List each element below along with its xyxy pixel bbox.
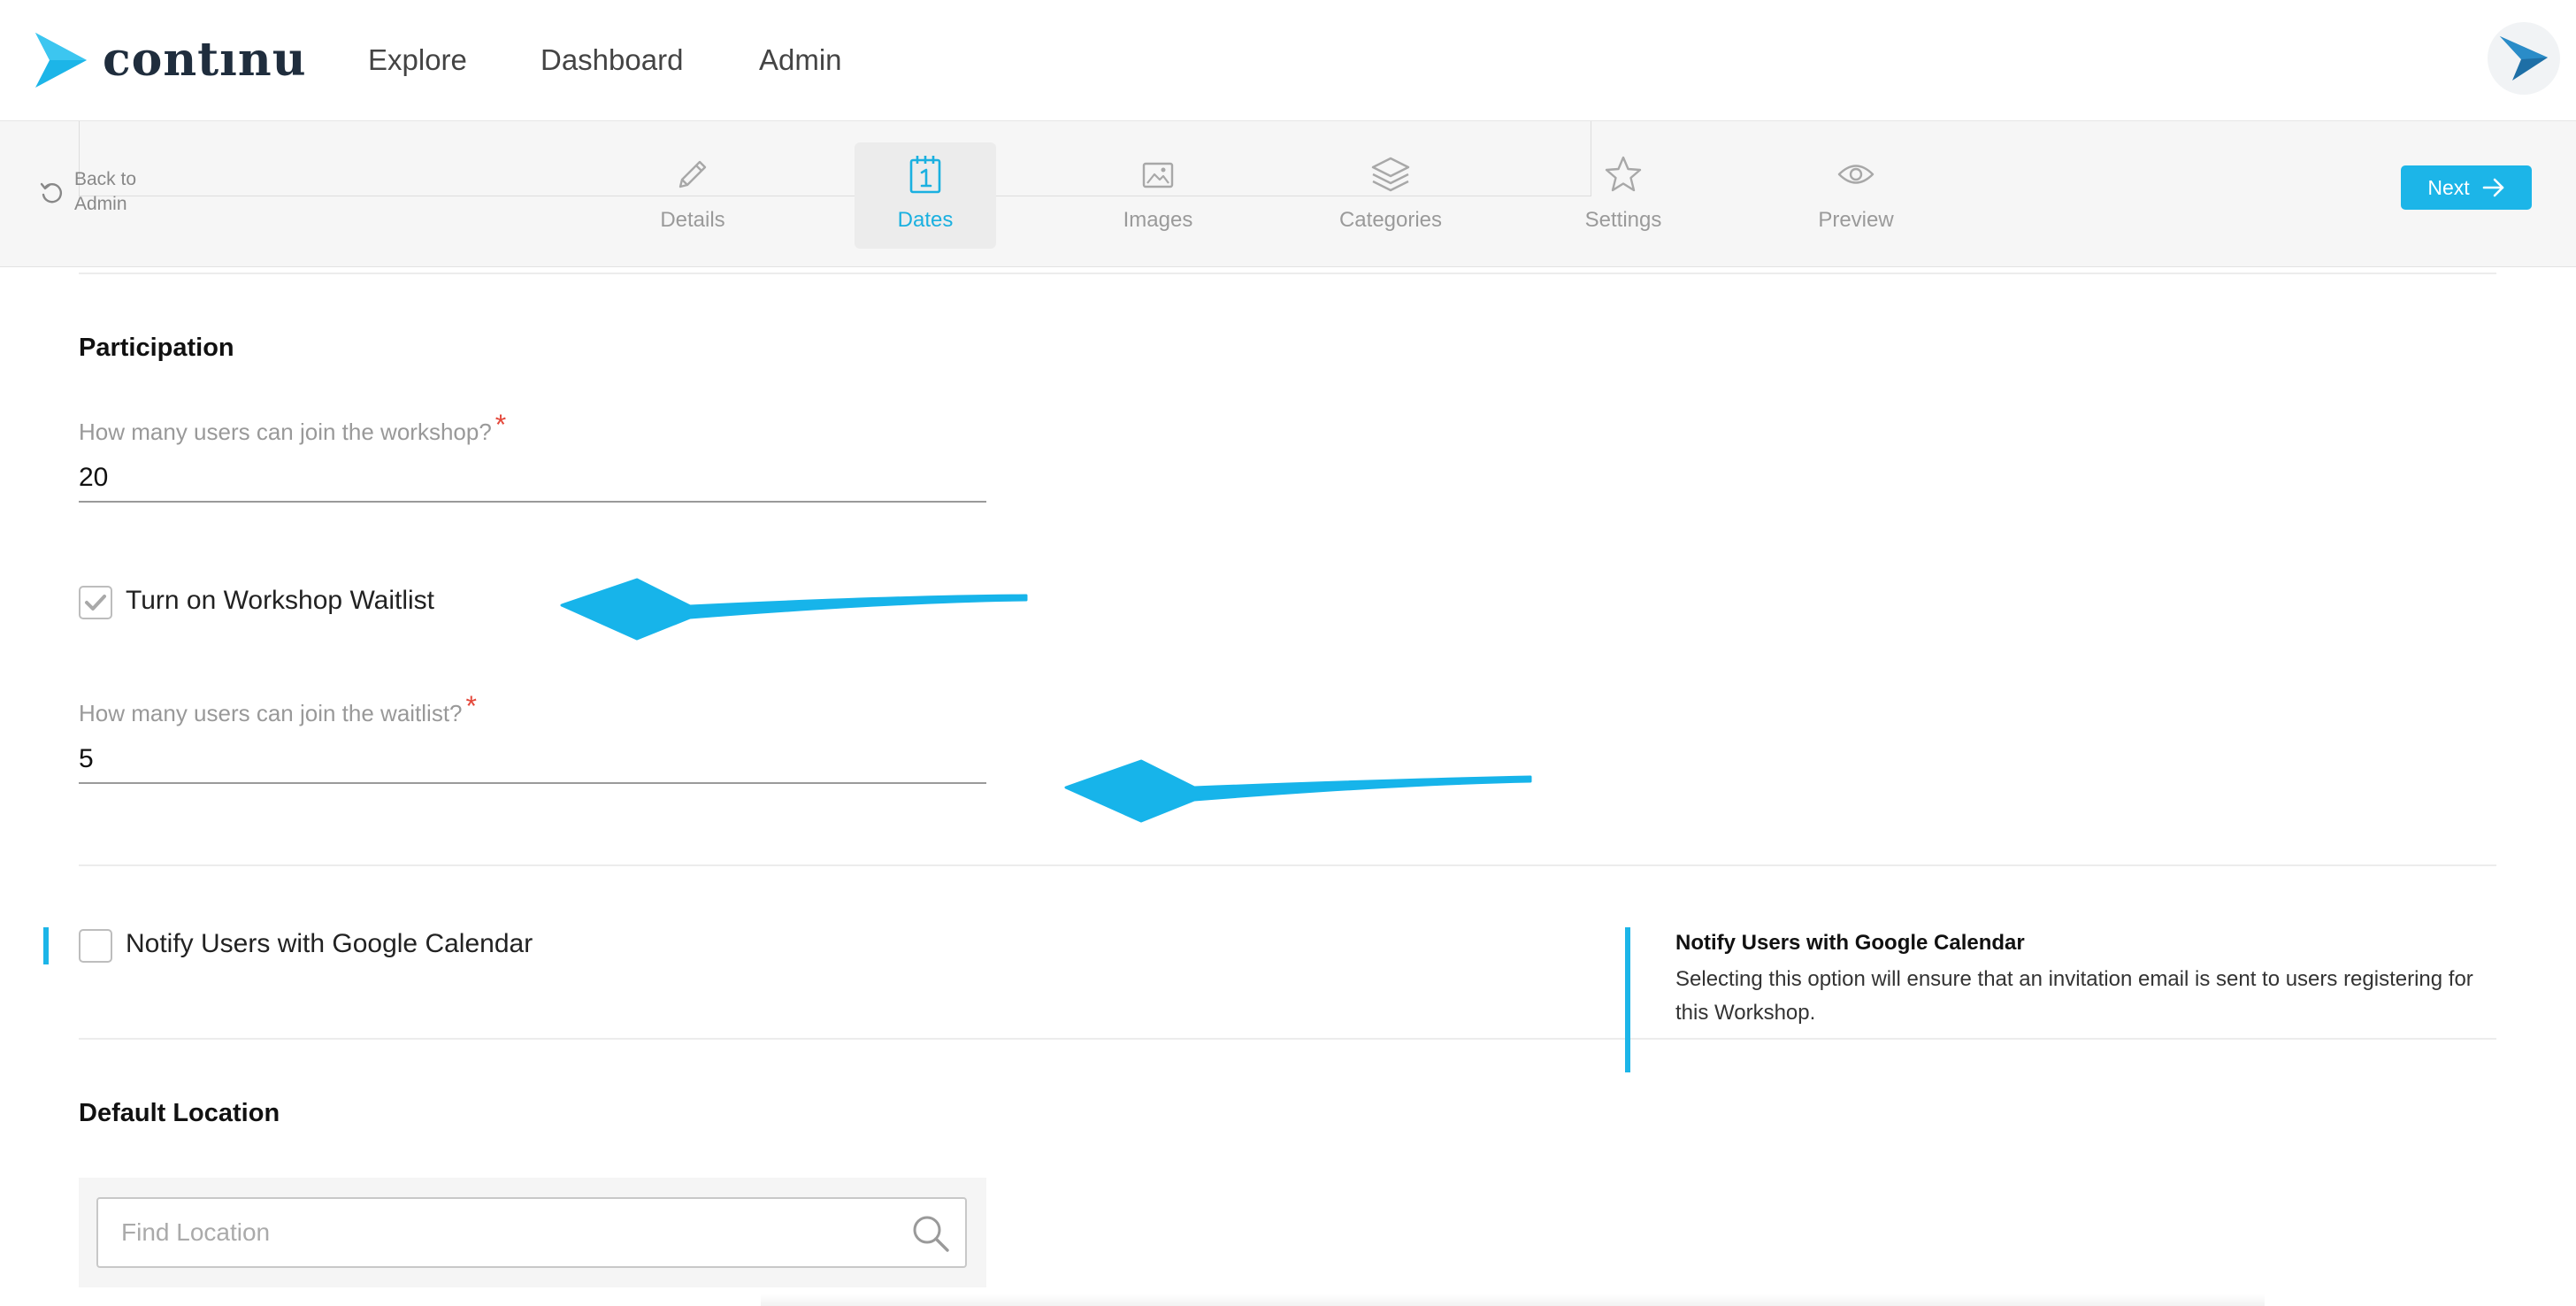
user-avatar[interactable]	[2488, 22, 2560, 95]
pencil-icon	[666, 148, 719, 201]
participation-title: Participation	[79, 334, 234, 362]
undo-icon	[40, 182, 62, 204]
help-panel-accent	[1625, 927, 1630, 1072]
scroll-shadow	[761, 1294, 2265, 1306]
layers-icon	[1364, 148, 1417, 201]
checkmark-icon	[85, 595, 106, 611]
calendar-icon	[899, 148, 952, 201]
nav-admin[interactable]: Admin	[759, 39, 842, 81]
nav-dashboard[interactable]: Dashboard	[540, 39, 683, 81]
capacity-label-text: How many users can join the workshop?	[79, 419, 492, 445]
step-preview-label: Preview	[1818, 208, 1894, 232]
step-dates-label: Dates	[897, 208, 954, 232]
required-asterisk: *	[494, 409, 507, 441]
step-settings[interactable]: Settings	[1552, 142, 1694, 249]
waitlist-checkbox-label[interactable]: Turn on Workshop Waitlist	[126, 586, 434, 616]
default-location-title: Default Location	[79, 1099, 280, 1127]
section-divider	[79, 1038, 2496, 1040]
required-asterisk: *	[465, 690, 477, 722]
step-images-label: Images	[1123, 208, 1193, 232]
avatar-logo-icon	[2500, 36, 2548, 81]
location-search-container	[79, 1178, 986, 1287]
step-categories-label: Categories	[1338, 208, 1443, 232]
google-calendar-checkbox-label[interactable]: Notify Users with Google Calendar	[126, 929, 533, 959]
waitlist-size-label-text: How many users can join the waitlist?	[79, 700, 463, 726]
nav-explore[interactable]: Explore	[368, 39, 467, 81]
section-divider	[79, 864, 2496, 866]
star-icon	[1597, 148, 1650, 201]
location-search-box	[96, 1197, 967, 1268]
help-panel-text: Selecting this option will ensure that a…	[1675, 967, 2473, 1025]
arrow-right-icon	[2482, 178, 2503, 197]
image-icon	[1131, 148, 1184, 201]
next-button-label: Next	[2427, 175, 2470, 199]
annotation-arrow-icon	[1064, 759, 1532, 823]
capacity-label: How many users can join the workshop? *	[79, 409, 506, 447]
wizard-step-bar: Back to Admin Details Dates Images Categ…	[0, 121, 2576, 267]
logo-wordmark: contınu	[103, 33, 307, 87]
step-settings-label: Settings	[1584, 208, 1662, 232]
focus-indicator	[43, 927, 49, 964]
google-calendar-checkbox[interactable]	[79, 929, 112, 963]
waitlist-size-input[interactable]	[79, 736, 986, 784]
section-divider	[79, 273, 2496, 274]
annotation-arrow-icon	[560, 578, 1028, 641]
step-details[interactable]: Details	[622, 142, 763, 249]
next-button[interactable]: Next	[2401, 165, 2532, 210]
step-details-label: Details	[660, 208, 725, 232]
step-categories[interactable]: Categories	[1320, 142, 1461, 249]
search-icon[interactable]	[910, 1213, 951, 1254]
waitlist-checkbox[interactable]	[79, 586, 112, 619]
top-navigation-bar: contınu Explore Dashboard Admin	[0, 0, 2576, 121]
eye-icon	[1829, 148, 1882, 201]
waitlist-size-label: How many users can join the waitlist? *	[79, 690, 477, 728]
help-panel-title: Notify Users with Google Calendar	[1675, 931, 2025, 955]
step-images[interactable]: Images	[1087, 142, 1229, 249]
location-search-input[interactable]	[121, 1199, 900, 1266]
continu-logo-mark-icon	[35, 33, 87, 88]
continu-logo[interactable]: contınu	[34, 30, 307, 90]
back-to-admin-link[interactable]: Back to Admin	[39, 167, 154, 217]
back-to-admin-label: Back to Admin	[74, 169, 137, 214]
step-dates[interactable]: Dates	[855, 142, 996, 249]
capacity-input[interactable]	[79, 455, 986, 503]
step-preview[interactable]: Preview	[1785, 142, 1927, 249]
